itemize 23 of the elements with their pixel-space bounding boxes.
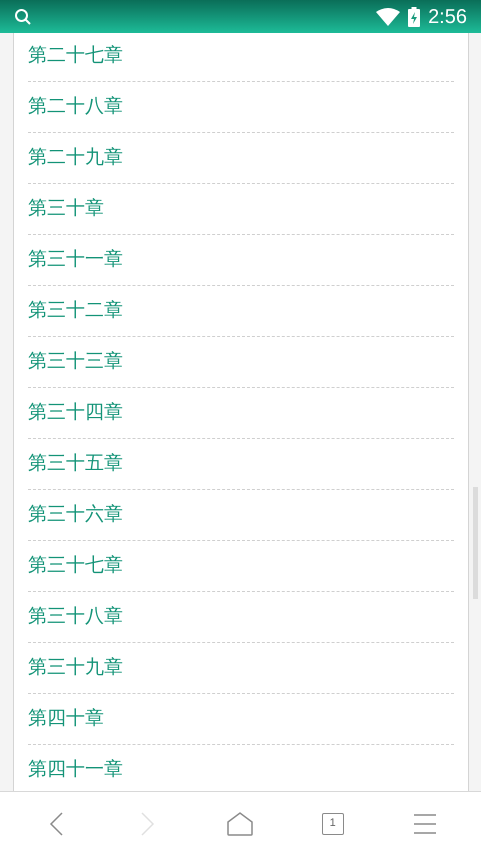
chapter-link[interactable]: 第三十章 — [28, 184, 454, 235]
battery-icon — [408, 6, 420, 26]
chapter-link[interactable]: 第三十六章 — [28, 490, 454, 541]
tabs-button[interactable]: 1 — [302, 798, 363, 848]
chapter-link[interactable]: 第三十三章 — [28, 337, 454, 388]
chapter-link[interactable]: 第三十七章 — [28, 541, 454, 592]
chevron-left-icon — [49, 812, 64, 836]
chapter-link[interactable]: 第三十八章 — [28, 592, 454, 643]
chapter-link[interactable]: 第三十二章 — [28, 286, 454, 337]
chapter-link[interactable]: 第三十九章 — [28, 643, 454, 694]
search-icon[interactable] — [14, 8, 32, 26]
chapter-link[interactable]: 第二十八章 — [28, 82, 454, 133]
chapter-link[interactable]: 第二十九章 — [28, 133, 454, 184]
wifi-icon — [376, 8, 400, 26]
chapter-link[interactable]: 第二十七章 — [28, 33, 454, 82]
menu-icon — [414, 814, 436, 834]
clock: 2:56 — [428, 4, 467, 30]
chapter-link[interactable]: 第三十五章 — [28, 439, 454, 490]
chapter-link[interactable]: 第三十四章 — [28, 388, 454, 439]
chapter-link[interactable]: 第三十一章 — [28, 235, 454, 286]
home-icon — [227, 812, 254, 836]
chapter-link[interactable]: 第四十章 — [28, 694, 454, 745]
chevron-right-icon — [141, 812, 156, 836]
